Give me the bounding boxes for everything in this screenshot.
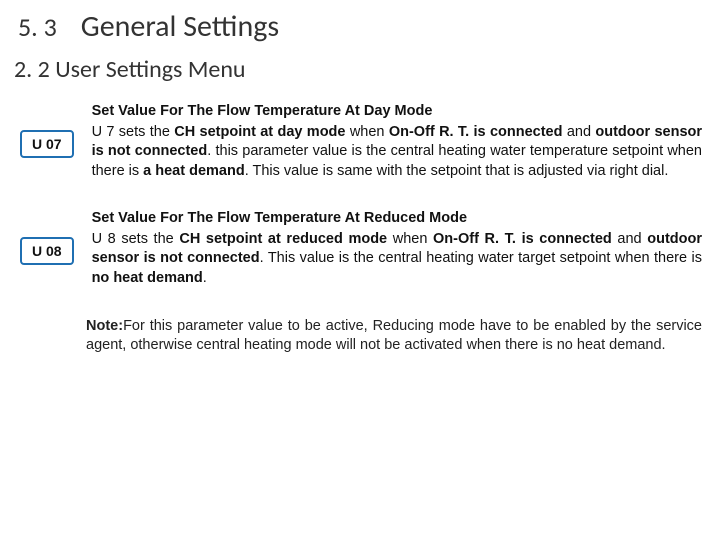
text-seg: . This value is the central heating wate…: [260, 250, 702, 266]
param-badge-u08: U 08: [20, 237, 74, 265]
text-seg: U 8 sets the: [92, 231, 180, 247]
text-bold: no heat demand: [92, 270, 203, 286]
section-header: 5. 3 General Settings: [0, 0, 720, 49]
entry-u08: U 08 Set Value For The Flow Temperature …: [20, 209, 702, 288]
text-bold: On-Off R. T. is connected: [433, 231, 612, 247]
text-seg: . This value is same with the setpoint t…: [245, 163, 669, 179]
text-seg: .: [203, 270, 207, 286]
text-bold: CH setpoint at day mode: [174, 124, 345, 140]
entry-text-u08: Set Value For The Flow Temperature At Re…: [92, 209, 702, 288]
entry-title-u07: Set Value For The Flow Temperature At Da…: [92, 102, 702, 122]
text-seg: and: [562, 124, 595, 140]
text-seg: U 7 sets the: [92, 124, 175, 140]
subsection-title: 2. 2 User Settings Menu: [0, 49, 720, 102]
note-block: Note:For this parameter value to be acti…: [86, 317, 720, 356]
entries-container: U 07 Set Value For The Flow Temperature …: [0, 102, 720, 289]
text-seg: when: [387, 231, 433, 247]
entry-u07: U 07 Set Value For The Flow Temperature …: [20, 102, 702, 181]
entry-title-u08: Set Value For The Flow Temperature At Re…: [92, 209, 702, 229]
note-label: Note:: [86, 318, 123, 334]
entry-text-u07: Set Value For The Flow Temperature At Da…: [92, 102, 702, 181]
note-text: For this parameter value to be active, R…: [86, 318, 702, 354]
section-title: General Settings: [81, 8, 279, 45]
text-bold: CH setpoint at reduced mode: [179, 231, 387, 247]
text-seg: when: [345, 124, 388, 140]
text-bold: On-Off R. T. is connected: [389, 124, 563, 140]
text-seg: and: [612, 231, 647, 247]
section-number: 5. 3: [18, 11, 57, 43]
text-bold: a heat demand: [143, 163, 245, 179]
param-badge-u07: U 07: [20, 130, 74, 158]
